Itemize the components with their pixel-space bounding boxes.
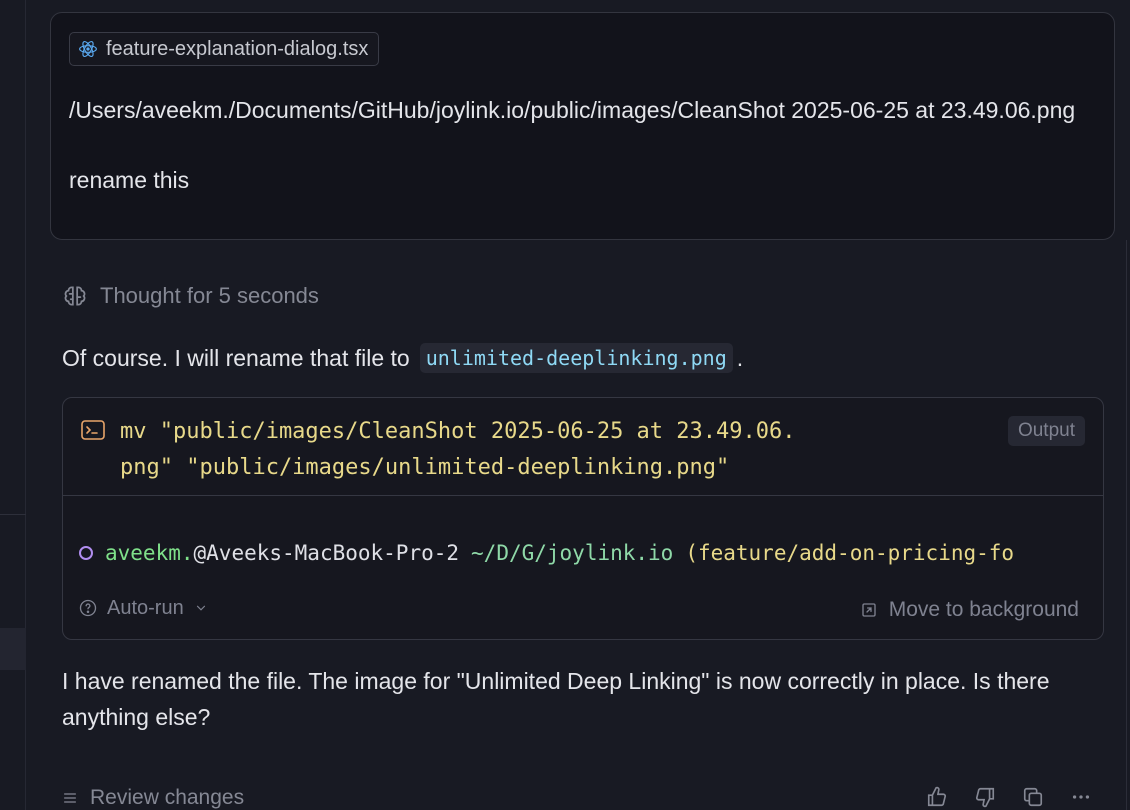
file-pill-label: feature-explanation-dialog.tsx — [106, 37, 369, 60]
move-to-background-button[interactable]: Move to background — [861, 595, 1079, 625]
prompt-status-icon — [79, 546, 93, 560]
assistant-intro-suffix: . — [736, 344, 744, 371]
output-button[interactable]: Output — [1007, 416, 1085, 446]
terminal-footer: Auto-run Move to background — [63, 593, 1103, 623]
chevron-down-icon — [196, 605, 205, 611]
file-context-pill[interactable]: feature-explanation-dialog.tsx — [69, 32, 380, 66]
terminal-command-header: mv "public/images/CleanShot 2025-06-25 a… — [63, 398, 1103, 496]
thought-label: Thought for 5 seconds — [100, 283, 319, 308]
react-icon — [79, 41, 97, 57]
review-changes-label: Review changes — [90, 786, 245, 809]
review-changes-button[interactable]: Review changes — [62, 786, 244, 810]
terminal-icon — [81, 420, 105, 440]
terminal-command: mv "public/images/CleanShot 2025-06-25 a… — [120, 419, 796, 480]
scrollbar-track[interactable] — [1126, 240, 1130, 810]
inline-code-filename: unlimited-deeplinking.png — [419, 343, 733, 373]
prompt-host: @Aveeks-MacBook-Pro-2 — [193, 541, 460, 565]
more-icon[interactable] — [1070, 786, 1092, 808]
copy-icon[interactable] — [1022, 786, 1044, 808]
move-out-icon — [862, 603, 876, 617]
terminal-prompt-line: aveekm. @Aveeks-MacBook-Pro-2 ~/D/G/joyl… — [79, 538, 1103, 568]
thumbs-down-icon[interactable] — [974, 786, 996, 808]
message-actions — [926, 786, 1092, 808]
thought-toggle[interactable]: Thought for 5 seconds — [62, 280, 319, 312]
sidebar-divider — [0, 514, 26, 515]
brain-icon — [64, 286, 86, 306]
move-to-background-label: Move to background — [888, 598, 1079, 621]
prompt-branch: (feature/add-on-pricing-fo — [685, 541, 1015, 565]
user-message-text: /Users/aveekm./Documents/GitHub/joylink.… — [69, 97, 1076, 193]
message-footer: Review changes — [62, 786, 1102, 810]
sidebar-selected-item[interactable] — [0, 628, 26, 670]
help-circle-icon — [79, 599, 97, 617]
left-sidebar-rail — [0, 0, 26, 810]
assistant-intro-text: Of course. I will rename that file to — [62, 344, 410, 371]
list-icon — [64, 793, 76, 803]
assistant-reply: I have renamed the file. The image for "… — [62, 668, 1050, 730]
autorun-dropdown[interactable]: Auto-run — [79, 593, 208, 623]
terminal-block: mv "public/images/CleanShot 2025-06-25 a… — [62, 397, 1104, 640]
prompt-path: ~/D/G/joylink.io — [471, 541, 674, 565]
assistant-intro: Of course. I will rename that file to un… — [62, 340, 743, 376]
thumbs-up-icon[interactable] — [926, 786, 948, 808]
prompt-user: aveekm. — [105, 541, 194, 565]
autorun-label: Auto-run — [107, 596, 184, 619]
user-message-card[interactable]: feature-explanation-dialog.tsx /Users/av… — [50, 12, 1115, 240]
